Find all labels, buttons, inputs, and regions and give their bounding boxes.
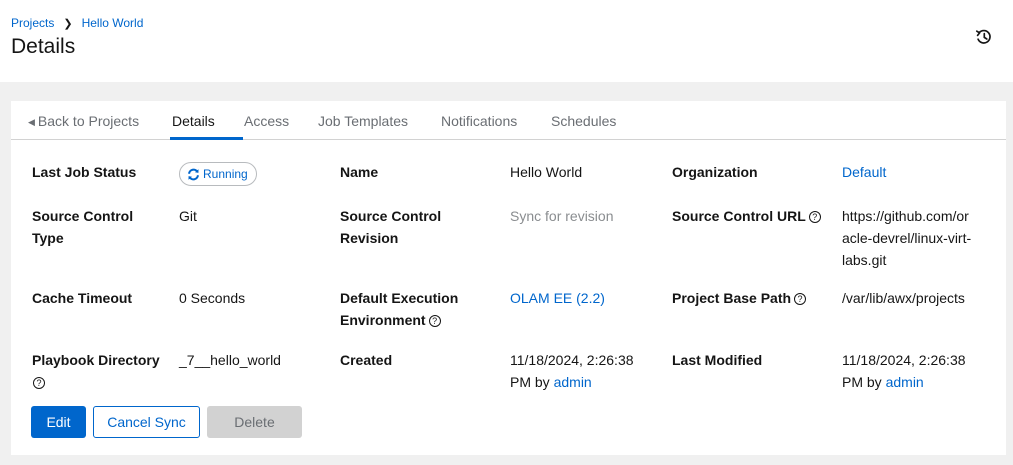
- status-badge[interactable]: Running: [179, 162, 257, 186]
- cache-timeout-label: Cache Timeout: [32, 290, 133, 306]
- source-control-url-label: Source Control URL?: [672, 205, 821, 227]
- source-control-url-label-text: Source Control URL: [672, 208, 806, 224]
- source-control-type-value: Git: [179, 208, 197, 224]
- source-control-url-line-1: https://github.com/or: [842, 208, 969, 224]
- tab-back-to-projects-label: Back to Projects: [37, 113, 140, 129]
- help-icon[interactable]: ?: [428, 315, 441, 327]
- playbook-directory-label-text: Playbook Directory: [32, 352, 160, 368]
- source-control-revision-value: Sync for revision: [510, 208, 614, 224]
- sync-icon: [188, 168, 199, 180]
- history-icon[interactable]: [975, 28, 993, 46]
- last-modified-value: 11/18/2024, 2:26:38 PM by admin: [842, 349, 966, 393]
- source-control-type-label-line-2: Type: [32, 230, 64, 246]
- last-modified-label: Last Modified: [672, 352, 763, 368]
- cancel-sync-button[interactable]: Cancel Sync: [93, 406, 200, 438]
- source-control-type-label-line-1: Source Control: [32, 208, 134, 224]
- active-tab-indicator: [170, 137, 243, 140]
- tab-details[interactable]: Details: [172, 113, 215, 129]
- created-value: 11/18/2024, 2:26:38 PM by admin: [510, 349, 634, 393]
- created-by-prefix: PM by: [510, 374, 550, 390]
- help-icon[interactable]: ?: [808, 211, 821, 223]
- playbook-directory-label: Playbook Directory ?: [32, 349, 160, 393]
- created-by-user-link[interactable]: admin: [554, 374, 592, 390]
- source-control-url-line-3: labs.git: [842, 252, 887, 268]
- name-value: Hello World: [510, 164, 583, 180]
- project-base-path-label: Project Base Path?: [672, 287, 807, 309]
- organization-link[interactable]: Default: [842, 161, 886, 183]
- cache-timeout-value: 0 Seconds: [179, 290, 246, 306]
- default-execution-environment-label: Default Execution Environment?: [340, 287, 458, 331]
- modified-date: 11/18/2024, 2:26:38: [842, 352, 966, 368]
- status-badge-label: Running: [203, 167, 248, 181]
- source-control-url-value: https://github.com/or acle-devrel/linux-…: [842, 205, 971, 271]
- help-icon[interactable]: ?: [794, 293, 807, 305]
- page-title: Details: [11, 35, 76, 58]
- tab-schedules[interactable]: Schedules: [551, 113, 616, 129]
- tab-bar: ◀ Back to Projects Details Access Job Tem…: [11, 101, 1006, 140]
- page-header: Projects ❯ Hello World Details: [0, 0, 1013, 82]
- source-control-revision-label-line-2: Revision: [340, 230, 399, 246]
- project-base-path-value: /var/lib/awx/projects: [842, 290, 965, 306]
- help-icon[interactable]: ?: [33, 377, 45, 389]
- last-job-status-label: Last Job Status: [32, 164, 137, 180]
- organization-label: Organization: [672, 164, 758, 180]
- default-execution-environment-link[interactable]: OLAM EE (2.2): [510, 287, 605, 309]
- delete-button[interactable]: Delete: [207, 406, 302, 438]
- modified-by-user-link[interactable]: admin: [886, 374, 924, 390]
- source-control-type-label: Source Control Type: [32, 205, 133, 249]
- breadcrumb-separator-icon: ❯: [63, 17, 73, 30]
- tab-back-to-projects[interactable]: ◀ Back to Projects: [28, 113, 139, 129]
- source-control-revision-label: Source Control Revision: [340, 205, 441, 249]
- source-control-url-line-2: acle-devrel/linux-virt-: [842, 230, 972, 246]
- edit-button[interactable]: Edit: [31, 406, 86, 438]
- breadcrumb: Projects ❯ Hello World: [11, 16, 143, 30]
- created-label: Created: [340, 352, 393, 368]
- name-label: Name: [340, 164, 379, 180]
- modified-by-prefix: PM by: [842, 374, 882, 390]
- tab-notifications[interactable]: Notifications: [441, 113, 517, 129]
- playbook-directory-value: _7__hello_world: [179, 352, 281, 368]
- breadcrumb-projects[interactable]: Projects: [11, 16, 54, 30]
- created-date: 11/18/2024, 2:26:38: [510, 352, 634, 368]
- breadcrumb-hello-world[interactable]: Hello World: [82, 16, 144, 30]
- caret-left-icon: ◀: [28, 117, 35, 127]
- details-card: ◀ Back to Projects Details Access Job Tem…: [11, 101, 1006, 455]
- tab-job-templates[interactable]: Job Templates: [318, 113, 408, 129]
- project-base-path-label-text: Project Base Path: [672, 290, 792, 306]
- default-execution-environment-label-line-2: Environment: [340, 312, 426, 328]
- default-execution-environment-label-line-1: Default Execution: [340, 290, 459, 306]
- source-control-revision-label-line-1: Source Control: [340, 208, 442, 224]
- tab-access[interactable]: Access: [244, 113, 289, 129]
